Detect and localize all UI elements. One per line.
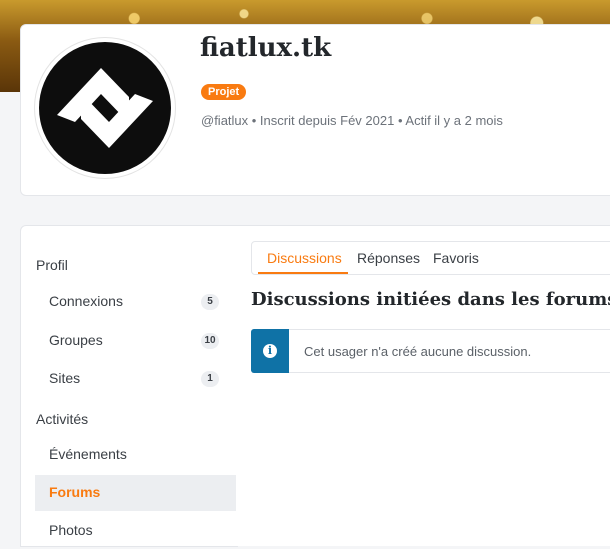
sidebar-item-groupes[interactable]: Groupes 10 [35,323,237,359]
main-content: Discussions Réponses Favoris Discussions… [236,225,610,546]
sidebar-item-label: Forums [49,484,101,500]
sidebar-item-connexions[interactable]: Connexions 5 [35,284,237,320]
sidebar-item-label: Groupes [49,332,103,348]
sidebar-item-photos[interactable]: Photos [35,513,237,549]
sidebar-item-label: Photos [49,522,93,538]
tab-discussions[interactable]: Discussions [267,250,342,266]
tab-favoris[interactable]: Favoris [433,250,479,266]
sidebar-section-activites[interactable]: Activités [36,411,88,427]
sidebar-item-evenements[interactable]: Événements [35,437,237,473]
count-badge: 10 [201,333,219,349]
sidebar-item-forums[interactable]: Forums [35,475,237,511]
sidebar-item-sites[interactable]: Sites 1 [35,361,237,397]
sidebar-item-label: Événements [49,446,127,462]
sidebar-item-label: Sites [49,370,81,386]
profile-meta: @fiatlux • Inscrit depuis Fév 2021 • Act… [201,113,503,128]
active-tab-indicator [258,272,348,274]
fiatlux-logo-icon [39,42,171,174]
subnav-tabs: Discussions Réponses Favoris [251,241,610,275]
count-badge: 1 [201,371,219,387]
info-notice: i Cet usager n'a créé aucune discussion. [251,329,610,373]
profile-sidebar: Profil Connexions 5 Groupes 10 Sites 1 A… [20,225,238,547]
avatar[interactable] [35,38,175,178]
tab-reponses[interactable]: Réponses [357,250,420,266]
section-title: Discussions initiées dans les forums [251,289,610,310]
notice-icon-box: i [251,329,289,373]
info-icon: i [263,344,277,358]
member-type-badge: Projet [201,84,247,100]
profile-title: fiatlux.tk [200,33,332,63]
sidebar-item-label: Connexions [49,293,123,309]
notice-text: Cet usager n'a créé aucune discussion. [304,344,532,359]
sidebar-section-profile[interactable]: Profil [36,257,68,273]
count-badge: 5 [201,294,219,310]
